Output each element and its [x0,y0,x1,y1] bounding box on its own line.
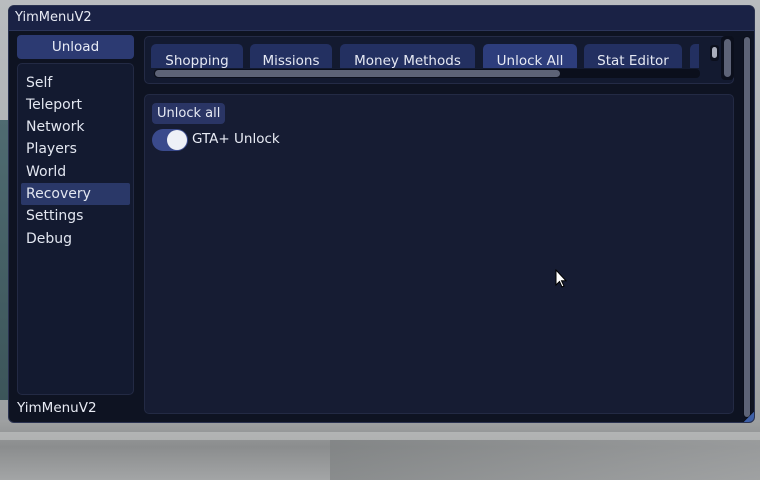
tabs-horizontal-scroll-thumb[interactable] [155,70,560,77]
background-stripe [330,440,760,480]
tab-shopping[interactable]: Shopping [151,44,243,68]
title-bar[interactable]: YimMenuV2 [9,6,754,31]
tabs-mini-scrollbar[interactable] [710,45,719,61]
tab-stat-editor[interactable]: Stat Editor [584,44,682,68]
sidebar-item-self[interactable]: Self [21,72,130,94]
tab-overflow[interactable] [690,44,699,68]
mouse-cursor-icon [555,268,568,292]
window-title: YimMenuV2 [15,10,92,25]
tab-money-methods[interactable]: Money Methods [340,44,475,68]
background-stripe [0,432,760,440]
tab-strip: Shopping Missions Money Methods Unlock A… [151,37,699,68]
toggle-knob [167,130,187,150]
sidebar-item-recovery[interactable]: Recovery [21,183,130,205]
gta-plus-toggle[interactable] [152,129,188,151]
tab-missions[interactable]: Missions [250,44,332,68]
menu-window: YimMenuV2 Unload Self Teleport Network P… [8,5,755,423]
tab-bar: Shopping Missions Money Methods Unlock A… [144,36,734,84]
tabs-mini-scroll-thumb[interactable] [712,47,717,58]
unload-button[interactable]: Unload [17,35,134,59]
sidebar-header: Unload [17,35,134,59]
tabs-vertical-scrollbar[interactable] [721,36,734,80]
footer-title: YimMenuV2 [17,400,97,416]
window-vertical-scroll-thumb[interactable] [744,37,750,417]
sidebar-item-settings[interactable]: Settings [21,205,130,227]
unlock-all-button[interactable]: Unlock all [152,103,226,124]
window-vertical-scrollbar[interactable] [743,36,751,418]
content-panel: Unlock all GTA+ Unlock [144,94,734,414]
gta-plus-toggle-label: GTA+ Unlock [192,131,280,147]
sidebar-item-network[interactable]: Network [21,116,130,138]
tabs-vertical-scroll-thumb[interactable] [724,39,731,77]
resize-grip[interactable] [744,412,754,422]
sidebar-item-players[interactable]: Players [21,138,130,160]
tabs-horizontal-scrollbar[interactable] [154,69,700,78]
tab-unlock-all[interactable]: Unlock All [483,44,577,68]
sidebar-item-teleport[interactable]: Teleport [21,94,130,116]
sidebar: Self Teleport Network Players World Reco… [17,63,134,395]
sidebar-item-debug[interactable]: Debug [21,228,130,250]
sidebar-item-world[interactable]: World [21,161,130,183]
